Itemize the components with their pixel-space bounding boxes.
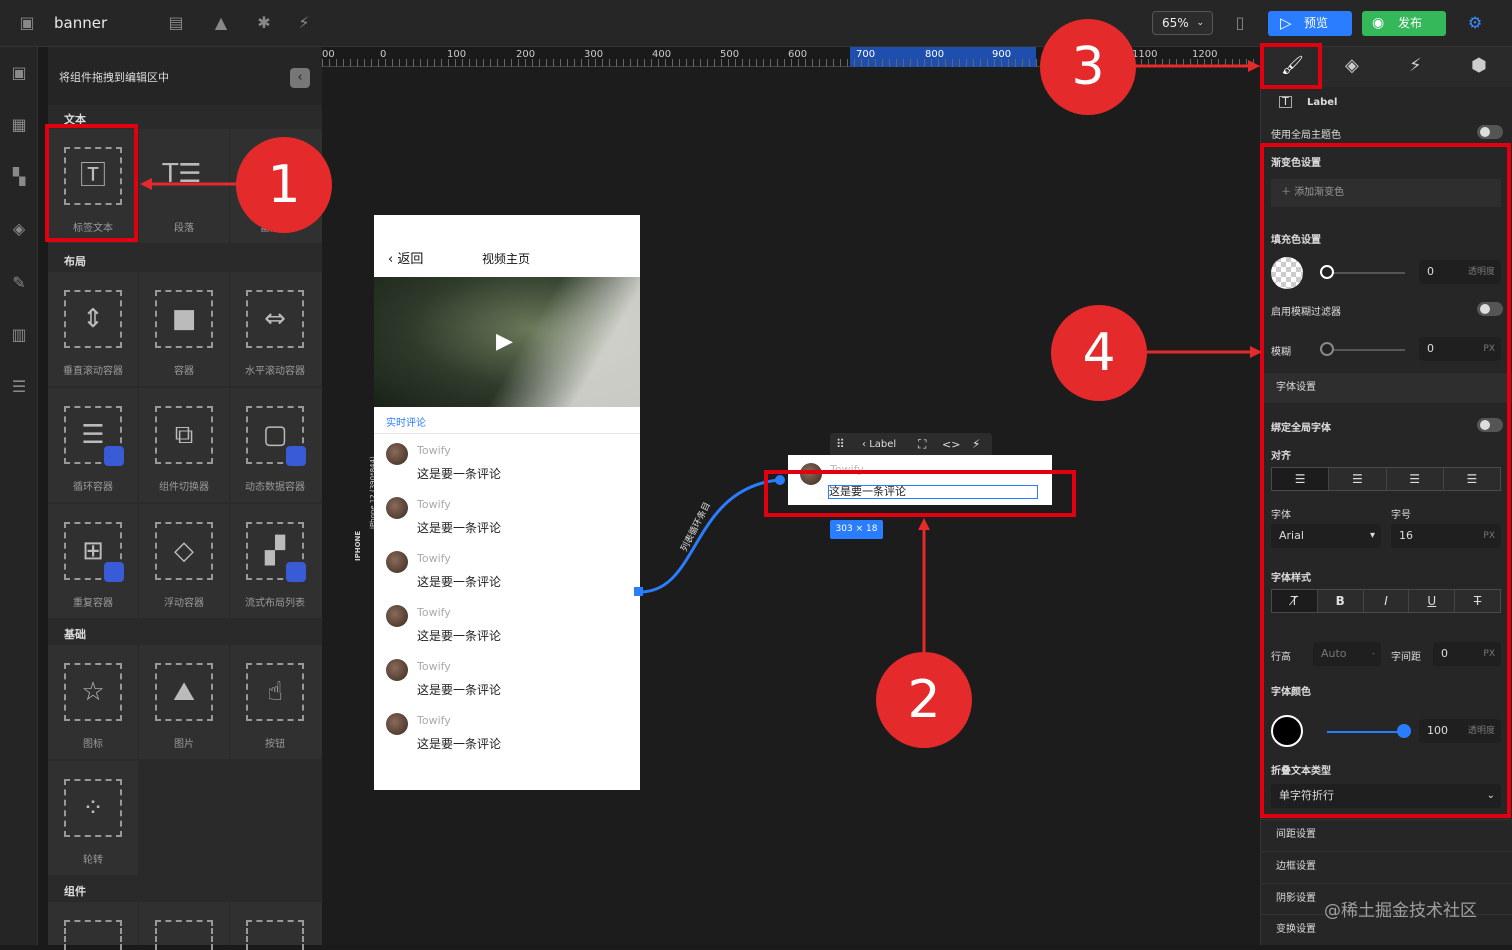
step-badge-4: 4	[1051, 305, 1147, 401]
step-badge-1: 1	[236, 137, 332, 233]
annotation-arrows	[140, 60, 1262, 652]
watermark: @稀土掘金技术社区	[1324, 901, 1477, 921]
step-badge-3: 3	[1040, 19, 1136, 115]
step-badge-2: 2	[876, 652, 972, 748]
